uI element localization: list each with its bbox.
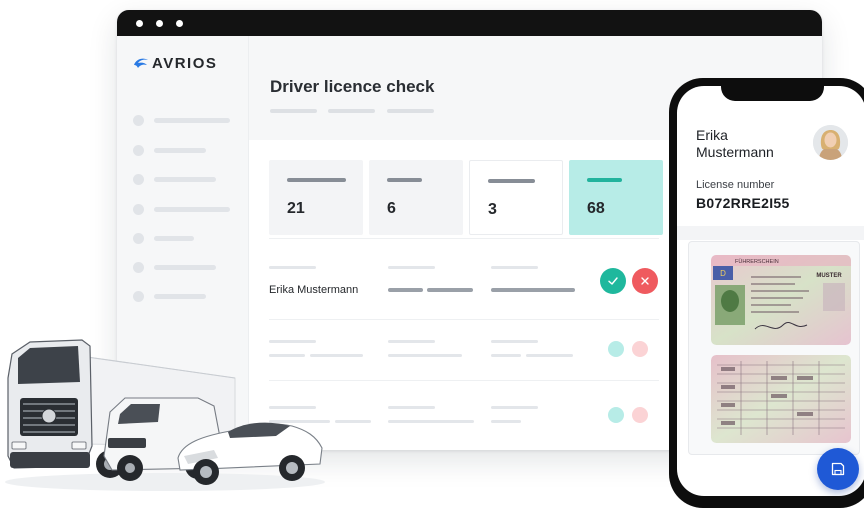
cell-placeholder: [388, 420, 474, 423]
nav-label-placeholder: [154, 293, 206, 299]
cell-placeholder: [388, 288, 423, 292]
window-minimize-dot[interactable]: [156, 20, 163, 27]
avrios-logo-icon: [134, 58, 148, 68]
cell-placeholder: [269, 266, 316, 269]
sidebar-item-2[interactable]: [133, 144, 206, 156]
sidebar-item-3[interactable]: [133, 173, 216, 185]
approve-button[interactable]: [608, 407, 624, 423]
nav-bullet-icon: [133, 261, 144, 273]
stat-label-placeholder: [287, 178, 346, 182]
page-title: Driver licence check: [270, 77, 435, 96]
breadcrumb-placeholder: [328, 109, 375, 113]
nav-label-placeholder: [154, 235, 194, 241]
stat-value: 68: [587, 200, 605, 217]
cell-placeholder: [491, 420, 521, 423]
stat-card-1[interactable]: 21: [269, 160, 363, 235]
window-maximize-dot[interactable]: [176, 20, 183, 27]
phone-notch: [721, 86, 824, 101]
window-close-dot[interactable]: [136, 20, 143, 27]
nav-bullet-icon: [133, 203, 144, 215]
driver-name-cell: Erika Mustermann: [269, 284, 359, 296]
nav-bullet-icon: [133, 290, 144, 302]
window-titlebar: [117, 10, 822, 36]
close-icon: [641, 277, 649, 285]
cell-placeholder: [388, 340, 435, 343]
sidebar-item-6[interactable]: [133, 261, 216, 273]
section-divider: [677, 226, 864, 240]
mobile-screen: Erika Mustermann License number B072RRE2…: [677, 86, 864, 496]
stat-value: 3: [488, 201, 497, 218]
cell-placeholder: [491, 288, 575, 292]
row-divider: [269, 238, 659, 239]
sidebar-item-7[interactable]: [133, 290, 206, 302]
license-documents-card: D FÜHRERSCHEIN MUSTER: [688, 241, 860, 455]
nav-bullet-icon: [133, 114, 144, 126]
license-back-graphic: [711, 355, 851, 443]
stat-card-2[interactable]: 6: [369, 160, 463, 235]
license-number-value: B072RRE2I55: [696, 195, 790, 211]
cell-placeholder: [388, 354, 462, 357]
license-country-code: D: [720, 269, 726, 278]
brand-logo[interactable]: AVRIOS: [133, 54, 217, 72]
stat-label-placeholder: [488, 179, 535, 183]
sidebar-item-5[interactable]: [133, 232, 194, 244]
stat-label-placeholder: [587, 178, 622, 182]
save-button[interactable]: [817, 448, 859, 490]
license-front-header: FÜHRERSCHEIN: [735, 258, 779, 265]
cell-placeholder: [335, 420, 371, 423]
nav-bullet-icon: [133, 144, 144, 156]
nav-label-placeholder: [154, 206, 230, 212]
driver-avatar[interactable]: [813, 125, 848, 160]
sidebar-item-1[interactable]: [133, 114, 230, 126]
stat-label-placeholder: [387, 178, 422, 182]
cell-placeholder: [388, 266, 435, 269]
license-back-image[interactable]: [711, 355, 851, 443]
nav-label-placeholder: [154, 176, 216, 182]
cell-placeholder: [526, 354, 573, 357]
cell-placeholder: [491, 340, 538, 343]
mobile-phone: Erika Mustermann License number B072RRE2…: [669, 78, 864, 508]
breadcrumb-placeholder: [270, 109, 317, 113]
nav-label-placeholder: [154, 264, 216, 270]
nav-bullet-icon: [133, 173, 144, 185]
reject-button[interactable]: [632, 341, 648, 357]
cell-placeholder: [427, 288, 473, 292]
breadcrumb-placeholder: [387, 109, 434, 113]
cell-placeholder: [388, 406, 435, 409]
stat-value: 6: [387, 200, 396, 217]
nav-label-placeholder: [154, 147, 206, 153]
cell-placeholder: [491, 406, 538, 409]
approve-button[interactable]: [608, 341, 624, 357]
brand-name: AVRIOS: [152, 54, 218, 72]
reject-button[interactable]: [632, 268, 658, 294]
stat-card-4[interactable]: 68: [569, 160, 663, 235]
license-number-label: License number: [696, 179, 775, 191]
nav-label-placeholder: [154, 117, 230, 123]
stat-value: 21: [287, 200, 305, 217]
nav-bullet-icon: [133, 232, 144, 244]
license-front-image[interactable]: D FÜHRERSCHEIN MUSTER: [711, 255, 851, 345]
stat-card-3[interactable]: 3: [469, 160, 563, 235]
cell-placeholder: [491, 266, 538, 269]
approve-button[interactable]: [600, 268, 626, 294]
row-divider: [269, 319, 659, 320]
sidebar-item-4[interactable]: [133, 203, 230, 215]
reject-button[interactable]: [632, 407, 648, 423]
cell-placeholder: [491, 354, 521, 357]
mobile-driver-name: Erika Mustermann: [696, 127, 774, 160]
license-front-graphic: D FÜHRERSCHEIN MUSTER: [711, 255, 851, 345]
avatar-portrait-icon: [813, 125, 848, 160]
fleet-vehicles-illustration: [5, 339, 325, 491]
floppy-disk-icon: [831, 462, 845, 476]
check-icon: [608, 277, 618, 285]
license-front-type: MUSTER: [816, 273, 842, 279]
